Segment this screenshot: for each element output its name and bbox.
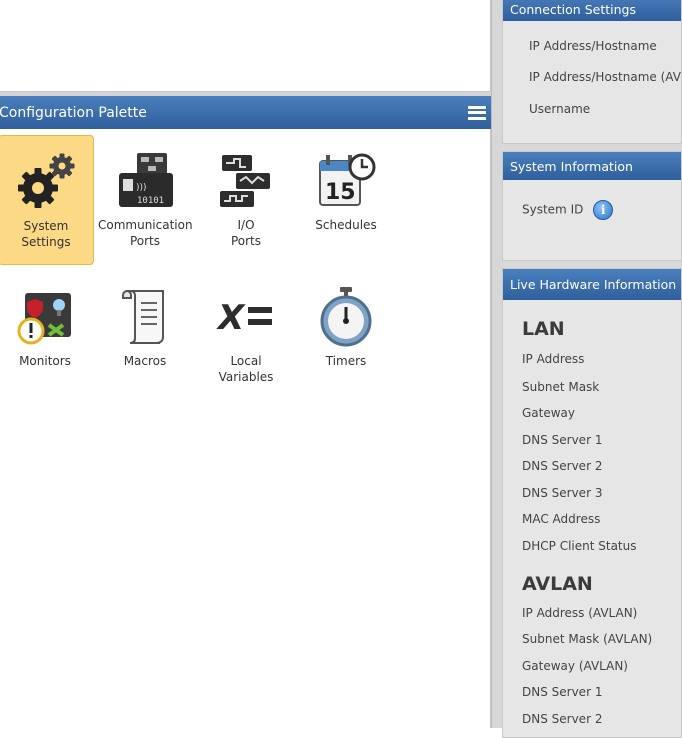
connection-settings-panel: Connection Settings IP Address/Hostname … bbox=[502, 0, 682, 144]
stopwatch-icon bbox=[320, 287, 372, 347]
gears-icon bbox=[18, 153, 75, 208]
avlan-subnet-mask: Subnet Mask (AVLAN) bbox=[522, 632, 653, 646]
system-information-header: System Information bbox=[503, 152, 681, 180]
svg-text:X: X bbox=[216, 298, 246, 338]
tile-label-line2: Settings bbox=[21, 235, 71, 249]
panel-title: Connection Settings bbox=[510, 1, 636, 17]
avlan-dns-server-1: DNS Server 1 bbox=[522, 685, 603, 699]
tile-label-line1: Local bbox=[230, 354, 262, 368]
system-information-panel: System Information System ID i bbox=[502, 151, 682, 261]
calendar-icon: 15 bbox=[319, 153, 376, 206]
editor-pane bbox=[0, 0, 491, 92]
lan-dns-server-2: DNS Server 2 bbox=[522, 459, 603, 473]
tile-label-line1: Schedules bbox=[315, 218, 377, 232]
palette-header: Configuration Palette bbox=[0, 96, 491, 129]
tile-label-line1: Communication bbox=[98, 218, 193, 232]
svg-text:))): ))) bbox=[136, 183, 147, 193]
scroll-icon bbox=[122, 289, 164, 344]
properties-column: Connection Settings IP Address/Hostname … bbox=[502, 0, 682, 738]
avlan-gateway: Gateway (AVLAN) bbox=[522, 659, 628, 673]
lan-dns-server-1: DNS Server 1 bbox=[522, 433, 603, 447]
info-icon[interactable]: i bbox=[593, 200, 614, 220]
lan-ip-address: IP Address bbox=[522, 352, 585, 366]
live-hardware-panel: Live Hardware Information LAN IP Address… bbox=[502, 268, 682, 738]
tile-monitors[interactable]: Monitors bbox=[0, 285, 92, 369]
live-hardware-header: Live Hardware Information bbox=[503, 269, 681, 300]
tile-label-line1: System bbox=[23, 219, 69, 233]
system-id-row: System ID i bbox=[522, 200, 614, 220]
menu-icon[interactable] bbox=[468, 105, 486, 120]
tile-label-line2: Ports bbox=[230, 234, 262, 248]
panel-title: Live Hardware Information bbox=[510, 277, 677, 292]
system-id-label: System ID bbox=[522, 202, 584, 217]
palette-body: System Settings ))) 10101 Communication … bbox=[0, 129, 491, 728]
variables-icon: X bbox=[216, 298, 272, 338]
tile-local-variables[interactable]: X Local Variables bbox=[199, 285, 293, 385]
avlan-section-title: AVLAN bbox=[522, 573, 593, 595]
network-port-icon: ))) 10101 bbox=[119, 153, 173, 207]
avlan-ip-address: IP Address (AVLAN) bbox=[522, 606, 638, 620]
tile-macros[interactable]: Macros bbox=[98, 285, 192, 369]
lan-dns-server-3: DNS Server 3 bbox=[522, 486, 603, 500]
tile-label-line1: Monitors bbox=[19, 354, 71, 368]
field-username: Username bbox=[529, 102, 591, 116]
svg-text:15: 15 bbox=[325, 180, 356, 205]
tile-system-settings[interactable]: System Settings bbox=[0, 135, 94, 265]
svg-text:10101: 10101 bbox=[137, 196, 164, 206]
tile-communication-ports[interactable]: ))) 10101 Communication Ports bbox=[98, 149, 193, 249]
lan-gateway: Gateway bbox=[522, 406, 576, 420]
field-ip-hostname: IP Address/Hostname bbox=[529, 39, 657, 53]
tile-schedules[interactable]: 15 Schedules bbox=[299, 149, 393, 233]
palette-title: Configuration Palette bbox=[0, 104, 147, 121]
tile-label-line2: Ports bbox=[129, 234, 161, 248]
panel-title: System Information bbox=[510, 158, 633, 174]
tile-label-line1: I/O bbox=[237, 218, 255, 232]
tile-label-line1: Timers bbox=[325, 354, 367, 368]
monitors-icon bbox=[17, 293, 71, 345]
lan-dhcp-client-status: DHCP Client Status bbox=[522, 539, 637, 553]
avlan-dns-server-2: DNS Server 2 bbox=[522, 712, 603, 726]
tile-label-line1: Macros bbox=[123, 354, 167, 368]
lan-subnet-mask: Subnet Mask bbox=[522, 380, 600, 394]
tile-label-line2: Variables bbox=[218, 370, 274, 384]
io-ports-icon bbox=[220, 155, 270, 207]
connection-settings-header: Connection Settings bbox=[503, 0, 681, 21]
lan-section-title: LAN bbox=[522, 318, 565, 340]
tile-timers[interactable]: Timers bbox=[299, 285, 393, 369]
tile-io-ports[interactable]: I/O Ports bbox=[199, 149, 293, 249]
field-ip-hostname-avlan: IP Address/Hostname (AV bbox=[529, 70, 681, 84]
lan-mac-address: MAC Address bbox=[522, 512, 601, 526]
